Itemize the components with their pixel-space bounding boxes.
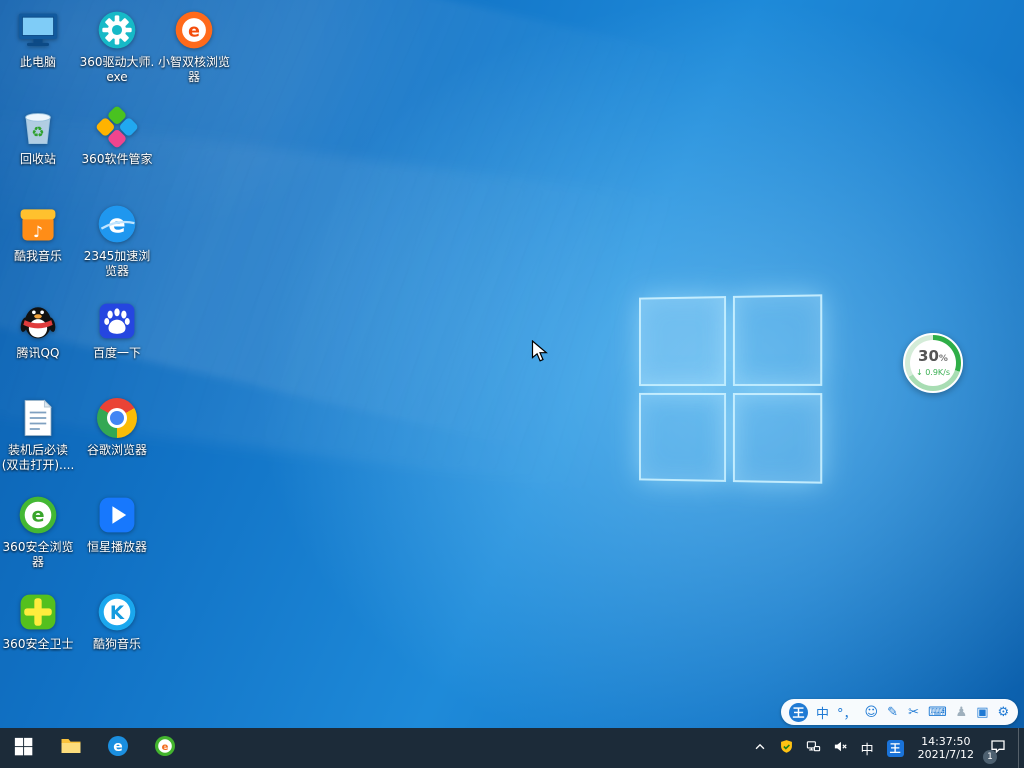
desktop-icon-label: 谷歌浏览器 [87, 443, 147, 458]
desktop-icon-2345-browser[interactable]: e2345加速浏览器 [79, 202, 155, 279]
system-tray: 中 王 14:37:50 2021/7/12 1 [747, 728, 1024, 768]
desktop-icon-label: 此电脑 [20, 55, 56, 70]
taskbar-apps: ee [0, 728, 188, 768]
360-shield-button[interactable] [773, 728, 800, 768]
net-speed-widget[interactable]: 30% ↓ 0.9K/s [903, 333, 963, 393]
baidu-search-icon [95, 299, 139, 343]
360-safety-guard-icon [16, 590, 60, 634]
tray-expand-icon [753, 739, 767, 758]
desktop-icon-label: 装机后必读(双击打开).... [0, 443, 76, 473]
recycle-bin-icon: ♻ [16, 105, 60, 149]
desktop-icon-star-player[interactable]: 恒星播放器 [79, 493, 155, 555]
ime-toolbar: 王中 °， ☺ ✎ ✂ ⌨ ♟ ▣ ⚙ [781, 699, 1018, 725]
taskbar-app-file-explorer[interactable] [47, 728, 94, 768]
ime-settings-icon[interactable]: ⚙ [997, 699, 1010, 725]
desktop-icon-label: 酷狗音乐 [93, 637, 141, 652]
ime-soft-keyboard-icon[interactable]: ⌨ [928, 699, 947, 725]
desktop-icon-label: 腾讯QQ [17, 346, 60, 361]
net-speed: ↓ 0.9K/s [916, 368, 950, 378]
net-percent: 30% [918, 349, 948, 367]
svg-text:K: K [110, 603, 125, 624]
desktop-icon-setup-readme[interactable]: 装机后必读(双击打开).... [0, 396, 76, 473]
star-player-icon [95, 493, 139, 537]
ime-emoji-icon[interactable]: ☺ [865, 699, 879, 725]
360-driver-master-icon [95, 8, 139, 52]
volume-muted-icon [833, 739, 848, 758]
tray-expand-button[interactable] [747, 728, 773, 768]
360-shield-icon [779, 739, 794, 758]
360-browser-icon: e [153, 734, 177, 762]
start-icon [12, 735, 35, 762]
kuwo-music-icon: ♪ [16, 202, 60, 246]
tencent-qq-icon [16, 299, 60, 343]
svg-text:e: e [113, 739, 123, 755]
edge-browser-icon: e [106, 734, 130, 762]
volume-muted-button[interactable] [827, 728, 854, 768]
desktop-icon-label: 360安全卫士 [3, 637, 74, 652]
desktop-icon-label: 2345加速浏览器 [79, 249, 155, 279]
notification-badge: 1 [983, 750, 997, 764]
taskbar: ee 中 王 14:37:50 2021/7/12 1 [0, 728, 1024, 768]
ime-language-indicator[interactable]: 中 [854, 728, 881, 768]
clock-date: 2021/7/12 [918, 748, 974, 762]
ime-punctuation-icon[interactable]: °， [837, 699, 857, 725]
ime-account-icon[interactable]: ♟ [955, 699, 968, 725]
desktop-icon-360-safe-browser[interactable]: e 360安全浏览器 [0, 493, 76, 570]
show-desktop-button[interactable] [1018, 728, 1024, 768]
desktop-icon-chrome[interactable]: 谷歌浏览器 [79, 396, 155, 458]
desktop-icon-label: 小智双核浏览器 [156, 55, 232, 85]
desktop-icon-label: 360驱动大师.exe [79, 55, 155, 85]
setup-readme-icon [16, 396, 60, 440]
svg-text:e: e [31, 503, 44, 526]
this-pc-icon [16, 8, 60, 52]
desktop-icons: 此电脑 ♻ 回收站 ♪ 酷我音乐腾讯QQ 装机后必读(双击打开).... e 360安全浏览器… [0, 0, 1024, 768]
desktop-icon-label: 恒星播放器 [87, 540, 147, 555]
desktop-icon-tencent-qq[interactable]: 腾讯QQ [0, 299, 76, 361]
kugou-music-icon: K [95, 590, 139, 634]
svg-text:♪: ♪ [33, 223, 43, 241]
desktop-icon-xiaozhi-browser[interactable]: e 小智双核浏览器 [156, 8, 232, 85]
file-explorer-icon [59, 734, 83, 762]
ime-logo[interactable]: 王 [789, 703, 808, 722]
desktop-icon-label: 百度一下 [93, 346, 141, 361]
tray-icons [747, 728, 854, 768]
svg-text:♻: ♻ [31, 124, 44, 141]
2345-browser-icon: e [95, 202, 139, 246]
chrome-icon [95, 396, 139, 440]
network-button[interactable] [800, 728, 827, 768]
desktop-icon-label: 酷我音乐 [14, 249, 62, 264]
desktop[interactable]: 此电脑 ♻ 回收站 ♪ 酷我音乐腾讯QQ 装机后必读(双击打开).... e 360安全浏览器… [0, 0, 1024, 768]
desktop-icon-kugou-music[interactable]: K 酷狗音乐 [79, 590, 155, 652]
svg-text:e: e [161, 742, 168, 753]
down-arrow-icon: ↓ [916, 368, 923, 377]
desktop-icon-baidu-search[interactable]: 百度一下 [79, 299, 155, 361]
ime-skin-icon[interactable]: ▣ [976, 699, 989, 725]
360-safe-browser-icon: e [16, 493, 60, 537]
network-icon [806, 739, 821, 758]
desktop-icon-360-software-manager[interactable]: 360软件管家 [79, 105, 155, 167]
desktop-icon-kuwo-music[interactable]: ♪ 酷我音乐 [0, 202, 76, 264]
clock-time: 14:37:50 [918, 735, 974, 749]
net-speed-widget-face: 30% ↓ 0.9K/s [910, 340, 956, 386]
desktop-icon-label: 360安全浏览器 [0, 540, 76, 570]
desktop-icon-recycle-bin[interactable]: ♻ 回收站 [0, 105, 76, 167]
360-software-manager-icon [95, 105, 139, 149]
taskbar-app-edge-browser[interactable]: e [94, 728, 141, 768]
xiaozhi-browser-icon: e [172, 8, 216, 52]
desktop-icon-label: 360软件管家 [82, 152, 153, 167]
wangma-ime-tray-icon[interactable]: 王 [887, 740, 904, 757]
desktop-icon-this-pc[interactable]: 此电脑 [0, 8, 76, 70]
ime-screenshot-icon[interactable]: ✂ [907, 699, 920, 725]
taskbar-clock[interactable]: 14:37:50 2021/7/12 [910, 735, 982, 762]
desktop-icon-label: 回收站 [20, 152, 56, 167]
svg-text:e: e [188, 21, 200, 41]
action-center-button[interactable]: 1 [982, 728, 1018, 768]
ime-handwriting-icon[interactable]: ✎ [886, 699, 899, 725]
desktop-icon-360-safety-guard[interactable]: 360安全卫士 [0, 590, 76, 652]
taskbar-app-360-browser[interactable]: e [141, 728, 188, 768]
start-button[interactable] [0, 728, 47, 768]
desktop-icon-360-driver-master[interactable]: 360驱动大师.exe [79, 8, 155, 85]
ime-mode-chinese-icon[interactable]: 中 [816, 699, 829, 725]
